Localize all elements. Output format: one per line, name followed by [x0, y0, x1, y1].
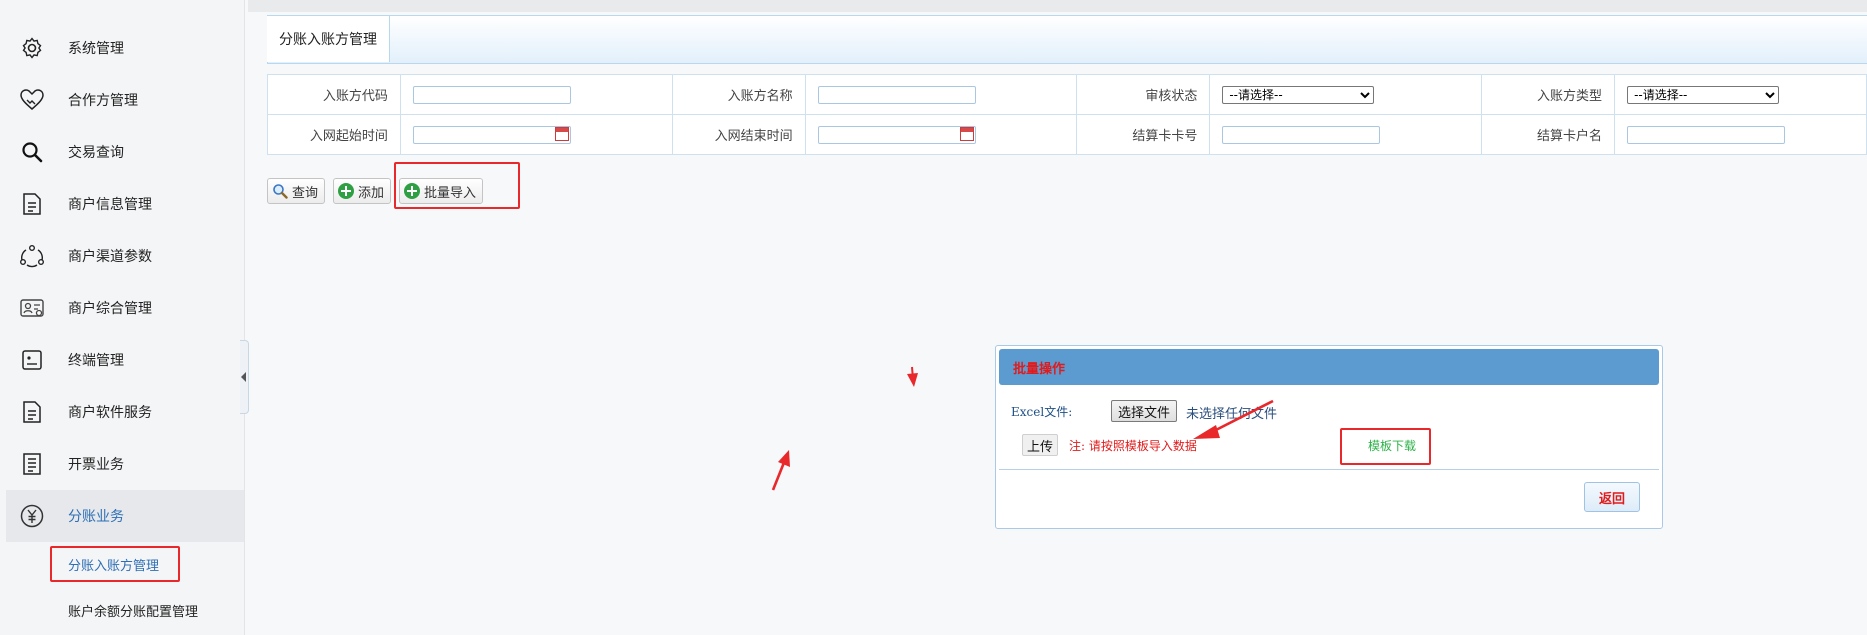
payee-code-input[interactable]	[412, 85, 571, 104]
filter-table: 入账方代码 入账方名称 审核状态 --请选择-- 入账方类型 --请选择-- 入…	[267, 74, 1867, 155]
add-button[interactable]: 添加	[333, 178, 392, 204]
sidebar-item-software-service[interactable]: 商户软件服务	[0, 386, 244, 438]
payee-code-label: 入账方代码	[267, 74, 401, 115]
sidebar-item-label: 系统管理	[68, 41, 124, 57]
terminal-icon	[18, 346, 46, 374]
document-icon	[18, 398, 46, 426]
batch-operation-dialog: 批量操作 Excel文件: 选择文件 未选择任何文件 上传 注: 请按照模板导入…	[995, 345, 1663, 529]
add-button-label: 添加	[358, 185, 385, 201]
payee-type-select[interactable]: --请选择--	[1627, 85, 1780, 104]
arrow-to-choose-file	[907, 366, 918, 387]
search-icon	[18, 138, 46, 166]
magnifier-icon	[272, 183, 288, 199]
upload-button[interactable]: 上传	[1022, 434, 1059, 456]
invoice-icon	[18, 450, 46, 478]
query-button[interactable]: 查询	[267, 178, 326, 204]
end-time-label: 入网结束时间	[671, 114, 806, 155]
sidebar-item-label: 商户软件服务	[68, 405, 152, 421]
dialog-divider	[999, 469, 1659, 470]
payee-name-label: 入账方名称	[671, 74, 806, 115]
card-no-input[interactable]	[1222, 125, 1381, 144]
sidebar-subitem-balance-split-config[interactable]: 账户余额分账配置管理	[0, 590, 244, 630]
sidebar-item-label: 分账业务	[68, 509, 124, 525]
network-icon	[18, 242, 46, 270]
calendar-icon[interactable]	[959, 126, 974, 141]
query-button-label: 查询	[292, 185, 319, 201]
dialog-header: 批量操作	[999, 349, 1659, 385]
top-strip	[248, 0, 1867, 12]
batch-import-button[interactable]: 批量导入	[399, 178, 484, 204]
sidebar-item-merchant-channel[interactable]: 商户渠道参数	[0, 230, 244, 282]
sidebar: 系统管理 合作方管理 交易查询 商户信息管理 商户渠道参数 商户综合管理 终端管…	[0, 0, 245, 635]
id-card-icon	[18, 294, 46, 322]
no-file-selected-text: 未选择任何文件	[1186, 407, 1278, 422]
payee-type-label: 入账方类型	[1481, 74, 1616, 115]
sidebar-item-label: 商户综合管理	[68, 301, 152, 317]
start-time-field	[412, 125, 571, 144]
yen-circle-icon	[18, 502, 46, 530]
tab-payee-management[interactable]: 分账入账方管理	[267, 16, 390, 62]
sidebar-item-label: 终端管理	[68, 353, 124, 369]
calendar-icon[interactable]	[554, 126, 569, 141]
sidebar-subitem-label: 账户余额分账配置管理	[68, 604, 199, 620]
gear-icon	[18, 34, 46, 62]
sidebar-item-merchant-info[interactable]: 商户信息管理	[0, 178, 244, 230]
start-time-label: 入网起始时间	[267, 114, 401, 155]
sidebar-item-merchant-general[interactable]: 商户综合管理	[0, 282, 244, 334]
return-button[interactable]: 返回	[1584, 482, 1640, 512]
sidebar-subitem-label: 分账入账方管理	[68, 558, 160, 574]
plus-icon	[404, 183, 420, 199]
batch-import-button-label: 批量导入	[424, 185, 477, 201]
upload-note: 注: 请按照模板导入数据	[1069, 439, 1197, 453]
handshake-icon	[18, 86, 46, 114]
card-name-label: 结算卡户名	[1481, 114, 1616, 155]
card-no-label: 结算卡卡号	[1076, 114, 1211, 155]
sidebar-item-label: 商户渠道参数	[68, 249, 152, 265]
document-icon	[18, 190, 46, 218]
payee-name-input[interactable]	[817, 85, 976, 104]
end-time-field	[817, 125, 976, 144]
audit-status-select[interactable]: --请选择--	[1222, 85, 1375, 104]
sidebar-subitem-payee-management[interactable]: 分账入账方管理	[0, 544, 244, 584]
template-download-link[interactable]: 模板下载	[1368, 437, 1416, 454]
choose-file-button[interactable]: 选择文件	[1111, 400, 1178, 422]
sidebar-item-split-business[interactable]: 分账业务	[6, 490, 244, 542]
audit-status-label: 审核状态	[1076, 74, 1211, 115]
sidebar-item-terminal[interactable]: 终端管理	[0, 334, 244, 386]
end-time-input[interactable]	[817, 125, 976, 144]
dialog-title: 批量操作	[1013, 361, 1066, 377]
sidebar-item-label: 开票业务	[68, 457, 124, 473]
start-time-input[interactable]	[412, 125, 571, 144]
sidebar-item-transaction-query[interactable]: 交易查询	[0, 126, 244, 178]
sidebar-item-label: 合作方管理	[68, 93, 138, 109]
sidebar-item-label: 交易查询	[68, 145, 124, 161]
excel-file-label: Excel文件:	[1011, 405, 1073, 419]
card-name-input[interactable]	[1627, 125, 1786, 144]
sidebar-item-partner[interactable]: 合作方管理	[0, 74, 244, 126]
tab-bar: 分账入账方管理	[267, 15, 1867, 64]
sidebar-collapse-handle[interactable]	[240, 340, 249, 414]
sidebar-item-invoice[interactable]: 开票业务	[0, 438, 244, 490]
sidebar-item-system[interactable]: 系统管理	[0, 22, 244, 74]
arrow-to-upload	[771, 450, 790, 491]
sidebar-item-label: 商户信息管理	[68, 197, 152, 213]
plus-icon	[338, 183, 354, 199]
main-content: 分账入账方管理 入账方代码 入账方名称 审核状态 --请选择-- 入账方类型 -…	[250, 12, 1867, 635]
